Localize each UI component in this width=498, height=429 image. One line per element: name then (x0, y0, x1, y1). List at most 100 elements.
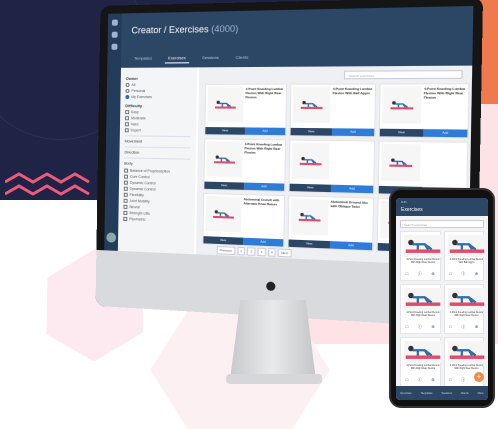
pager-item[interactable]: Next (278, 248, 292, 258)
difficulty-expert[interactable]: Expert (124, 128, 191, 133)
person-exercise-icon (449, 239, 484, 253)
pager-item[interactable]: 4 (267, 248, 277, 257)
add-button[interactable]: Add (329, 241, 373, 251)
add-button[interactable]: Add (423, 129, 468, 138)
exercise-card[interactable]: 4-Point Kneeling Lumbar Flexion With Rig… (203, 138, 287, 192)
view-button[interactable]: View (289, 183, 331, 193)
mobile-exercise-card[interactable]: 4-Point Kneeling Lumbar Flexion With Bal… (443, 231, 486, 281)
add-fab-button[interactable]: + (474, 372, 484, 382)
view-icon[interactable]: □ (406, 377, 408, 383)
exercise-card[interactable]: 4-Point Kneeling Lumbar Flexion With Bal… (289, 83, 377, 138)
exercise-title: 4-Point Kneeling Lumbar Flexion With Bal… (449, 259, 484, 264)
group-body[interactable]: Body (124, 157, 191, 167)
owner-option-all[interactable]: All (125, 83, 192, 87)
person-exercise-icon (299, 156, 322, 166)
add-icon[interactable]: ⊕ (475, 271, 478, 277)
monitor-stand (230, 300, 316, 380)
mobile-exercise-card[interactable]: 4-Point Kneeling Lumbar Flexion With Rig… (400, 231, 442, 281)
add-button[interactable]: Add (330, 184, 374, 194)
exercise-thumbnail (205, 196, 242, 233)
view-button[interactable]: View (379, 128, 424, 137)
exercise-card[interactable]: 4-Point Kneeling Lumbar Flexion With Rig… (378, 83, 470, 139)
add-icon[interactable]: ⊕ (475, 324, 478, 330)
mobile-exercise-card[interactable]: 4-Point Kneeling Lumbar Flexion With Rig… (400, 337, 442, 387)
difficulty-moderate[interactable]: Moderate (125, 116, 191, 121)
owner-option-personal[interactable]: Personal (125, 89, 191, 93)
pager-item[interactable]: 3 (257, 247, 266, 257)
option-label: Balance of Proprioception (130, 168, 171, 174)
logo-icon[interactable] (111, 19, 118, 26)
group-direction[interactable]: Direction (124, 146, 191, 156)
group-movement[interactable]: Movement (124, 135, 191, 145)
mobile-nav-item[interactable]: Exercises (400, 392, 411, 395)
exercise-card[interactable]: Abdominal Ground Abs with Oblique Twist V… (287, 195, 375, 252)
add-icon[interactable]: ⊕ (431, 377, 434, 383)
menu-icon[interactable] (111, 31, 118, 38)
body-item[interactable]: Strength Lifts (123, 210, 189, 217)
view-button[interactable]: View (290, 127, 333, 136)
body-item[interactable]: Joint Mobility (123, 198, 190, 205)
pager-item[interactable]: 1 (237, 246, 246, 256)
checkbox-icon (123, 192, 128, 197)
mobile-exercise-card[interactable]: 4-Point Kneeling Lumbar Flexion With Rig… (400, 284, 442, 334)
folder-icon[interactable] (111, 43, 118, 50)
view-button[interactable]: View (203, 236, 243, 245)
checkbox-icon (123, 198, 128, 203)
tab-templates[interactable]: Templates (131, 53, 155, 63)
view-button[interactable]: View (288, 239, 330, 249)
exercise-card[interactable]: Abdominal Crunch with Alternate Knee Rai… (202, 192, 286, 248)
info-icon[interactable]: ⓘ (461, 271, 465, 277)
view-icon[interactable]: □ (449, 271, 451, 277)
view-button[interactable]: View (205, 127, 245, 135)
info-icon[interactable]: ⓘ (418, 377, 422, 383)
info-icon[interactable]: ⓘ (461, 377, 465, 383)
info-icon[interactable]: ⓘ (418, 324, 422, 330)
card-actions: ViewAdd (379, 128, 468, 138)
exercise-card[interactable]: 4-Point Kneeling Lumbar Flexion With Rig… (204, 83, 288, 137)
tab-sessions[interactable]: Sessions (199, 53, 222, 64)
add-icon[interactable]: ⊕ (431, 271, 434, 277)
pager-item[interactable]: Previous (216, 245, 236, 256)
tab-exercises[interactable]: Exercises (165, 53, 189, 64)
mobile-nav-item[interactable]: Sessions (441, 392, 452, 395)
body-item[interactable]: Dynamic Control (123, 180, 190, 187)
pager-item[interactable]: 2 (247, 247, 256, 256)
view-icon[interactable]: □ (406, 324, 408, 330)
page-title: Creator / Exercises (4000) (131, 23, 238, 35)
view-icon[interactable]: □ (406, 271, 408, 277)
checkbox-icon (125, 110, 130, 115)
info-icon[interactable]: ⓘ (461, 324, 465, 330)
info-icon[interactable]: ⓘ (418, 271, 422, 277)
search-input[interactable]: Search exercises (343, 70, 463, 80)
add-button[interactable]: Add (243, 182, 285, 191)
mobile-nav-item[interactable]: Clients (461, 392, 469, 395)
add-icon[interactable]: ⊕ (431, 324, 434, 330)
body-item[interactable]: Neural (123, 204, 189, 211)
body-item[interactable]: Plyometric (123, 216, 189, 223)
checkbox-icon (123, 180, 128, 185)
mobile-nav-item[interactable]: More (478, 392, 484, 395)
mobile-exercise-card[interactable]: 4-Point Kneeling Lumbar Flexion With Rig… (443, 284, 486, 334)
mobile-search-input[interactable]: Search exercises (400, 220, 484, 228)
exercise-card[interactable]: ViewAdd (288, 139, 376, 195)
body-item[interactable]: Flexibility (123, 192, 190, 199)
card-action-icons: □ ⓘ ⊕ (445, 271, 484, 277)
view-icon[interactable]: □ (449, 324, 451, 330)
difficulty-easy[interactable]: Easy (125, 110, 191, 114)
view-button[interactable]: View (204, 181, 244, 190)
mobile-nav-item[interactable]: Templates (421, 392, 433, 395)
body-item[interactable]: Dynamic Control (123, 186, 190, 193)
add-button[interactable]: Add (244, 127, 286, 136)
option-label: Neural (129, 204, 140, 210)
tab-clients[interactable]: Clients (232, 52, 251, 63)
owner-option-mine[interactable]: My Exercises (125, 95, 191, 99)
add-button[interactable]: Add (242, 237, 284, 247)
exercise-thumbnail (292, 86, 331, 123)
exercise-thumbnail (404, 235, 442, 257)
view-icon[interactable]: □ (449, 377, 451, 383)
body-item[interactable]: Core Control (124, 174, 190, 181)
difficulty-hard[interactable]: Hard (124, 122, 191, 127)
body-item[interactable]: Balance of Proprioception (124, 168, 190, 175)
add-button[interactable]: Add (331, 128, 375, 137)
avatar[interactable] (106, 232, 117, 243)
